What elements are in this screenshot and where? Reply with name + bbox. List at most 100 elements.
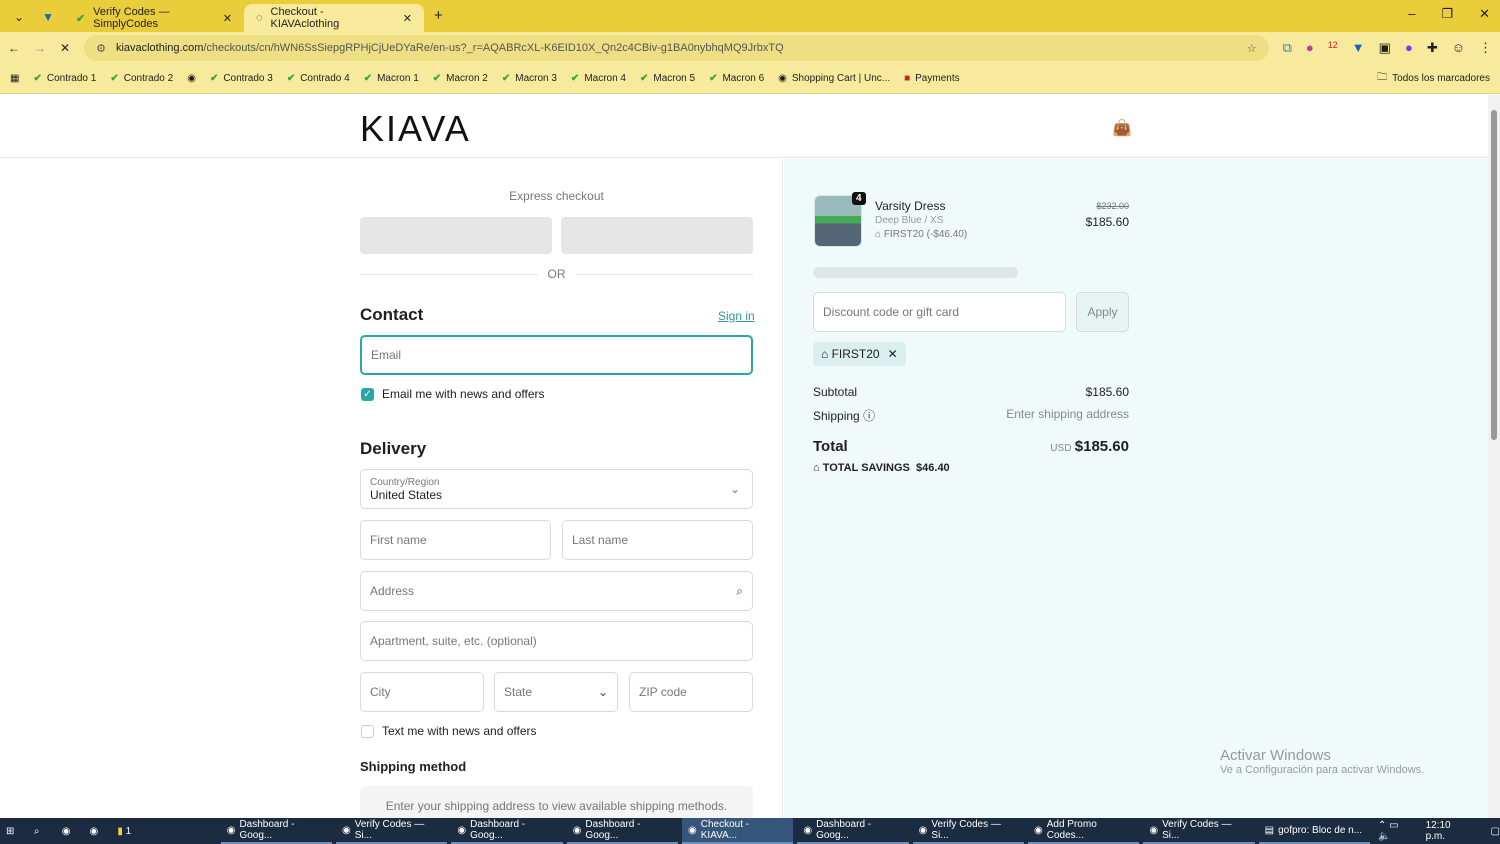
back-button[interactable]: ← (8, 41, 20, 55)
close-icon[interactable]: ✕ (403, 12, 412, 25)
bookmark[interactable]: ✔ Contrado 1 (33, 73, 96, 84)
tag-icon: ⌂ (813, 462, 823, 474)
or-divider: OR (537, 267, 576, 281)
tag-icon: ⌂ (821, 347, 832, 361)
cart-bag-icon[interactable]: 👜 (1112, 118, 1132, 138)
clock[interactable]: 12:10 p.m. (1426, 820, 1473, 842)
taskbar: ⊞ ⌕ ◉ ◉ ▮ 1 ◉ Dashboard - Goog... ◉ Verify… (0, 818, 1500, 844)
city-input[interactable]: City (360, 672, 484, 712)
total-savings: ⌂ TOTAL SAVINGS $46.40 (813, 462, 950, 474)
tray-icons[interactable]: ⌃ ▭ 🔈 (1378, 820, 1414, 842)
apply-button[interactable]: Apply (1076, 292, 1129, 332)
bookmark[interactable]: ✔ Macron 4 (571, 73, 626, 84)
sign-in-link[interactable]: Sign in (718, 309, 755, 323)
pinned-tab[interactable]: ▼ (32, 10, 64, 32)
address-input[interactable]: Address ⌕ (360, 571, 753, 611)
bookmark[interactable]: ✔ Macron 3 (502, 73, 557, 84)
translate-icon[interactable]: ⧉ (1283, 40, 1292, 56)
discount-code-input[interactable]: Discount code or gift card (813, 292, 1066, 332)
bookmark[interactable]: ✔ Contrado 4 (287, 73, 350, 84)
taskbar-item[interactable]: ▤ gofpro: Bloc de n... (1258, 818, 1370, 844)
menu-icon[interactable]: ⋮ (1479, 40, 1492, 56)
kiava-logo[interactable]: KIAVA (360, 108, 471, 150)
quantity-badge: 4 (852, 192, 866, 205)
start-button[interactable]: ⊞ (6, 826, 30, 837)
taskbar-item[interactable]: ◉ Dashboard - Goog... (566, 818, 679, 844)
original-price: $232.00 (1096, 201, 1129, 211)
extension-icon[interactable]: ● (1306, 40, 1314, 56)
minimize-button[interactable]: – (1408, 6, 1415, 22)
total-value: USD $185.60 (1050, 438, 1129, 455)
taskbar-item[interactable]: ◉ Add Promo Codes... (1028, 818, 1140, 844)
tab-verify-codes[interactable]: ✔ Verify Codes — SimplyCodes ✕ (64, 4, 244, 32)
express-checkout-label: Express checkout (509, 189, 604, 203)
simplycodes-icon[interactable]: ▼ (1352, 40, 1365, 56)
taskbar-item[interactable]: ◉ Verify Codes — Si... (1143, 818, 1255, 844)
shipping-value: Enter shipping address (1006, 407, 1129, 421)
page-scrollbar[interactable] (1488, 95, 1500, 820)
help-icon[interactable]: ⓘ (863, 409, 875, 423)
apps-icon[interactable]: ▦ (10, 73, 19, 84)
tab-label: Verify Codes — SimplyCodes (93, 6, 170, 30)
notifications-icon[interactable]: ▢ (1491, 826, 1500, 837)
bookmark[interactable]: ✔ Macron 6 (709, 73, 764, 84)
remove-code-icon[interactable]: ✕ (888, 347, 898, 361)
address-bar[interactable]: ⚙ kiavaclothing.com/checkouts/cn/hWN6SsSi… (84, 35, 1269, 61)
close-window-button[interactable]: ✕ (1479, 6, 1490, 22)
chrome-icon[interactable]: ◉ (90, 826, 114, 837)
globe-icon[interactable]: ◉ (187, 73, 196, 84)
taskbar-item[interactable]: ◉ Dashboard - Goog... (797, 818, 909, 844)
subtotal-label: Subtotal (813, 385, 858, 399)
loading-icon: ◌ (255, 12, 263, 24)
site-info-icon[interactable]: ⚙ (96, 42, 106, 55)
bookmark[interactable]: ✔ Macron 1 (364, 73, 419, 84)
extension-badge[interactable]: 12 (1328, 40, 1338, 56)
taskbar-item[interactable]: ◉ Verify Codes — Si... (912, 818, 1024, 844)
country-select[interactable]: Country/Region United States ⌄ (360, 469, 753, 509)
bookmark[interactable]: ◉ Shopping Cart | Unc... (778, 73, 890, 84)
stop-button[interactable]: ✕ (60, 41, 70, 55)
product-name: Varsity Dress (875, 199, 946, 213)
bookmark[interactable]: ✔ Macron 2 (433, 73, 488, 84)
bookmark[interactable]: ✔ Macron 5 (640, 73, 695, 84)
product-discount: ⌂ FIRST20 (-$46.40) (875, 229, 968, 240)
email-input[interactable]: Email (360, 335, 753, 375)
extension-icon[interactable]: ● (1405, 40, 1413, 56)
new-tab-button[interactable]: + (424, 7, 453, 32)
restore-button[interactable]: ❐ (1441, 6, 1453, 22)
bookmark[interactable]: ✔ Contrado 2 (110, 73, 173, 84)
puzzle-icon[interactable]: ✚ (1427, 40, 1438, 56)
zip-input[interactable]: ZIP code (629, 672, 753, 712)
bookmark[interactable]: ✔ Contrado 3 (210, 73, 273, 84)
apartment-input[interactable]: Apartment, suite, etc. (optional) (360, 621, 753, 661)
search-icon[interactable]: ⌕ (34, 826, 58, 837)
state-select[interactable]: State ⌄ (494, 672, 618, 712)
chrome-icon[interactable]: ◉ (62, 826, 86, 837)
express-pay-button[interactable] (561, 217, 753, 254)
leaf-icon: ✔ (75, 12, 86, 25)
first-name-input[interactable]: First name (360, 520, 551, 560)
forward-button[interactable]: → (34, 41, 46, 55)
all-bookmarks[interactable]: 🗀 Todos los marcadores (1377, 70, 1490, 87)
express-pay-button[interactable] (360, 217, 552, 254)
bookmark-star-icon[interactable]: ☆ (1247, 42, 1257, 55)
text-news-checkbox[interactable]: Text me with news and offers (361, 724, 537, 739)
bookmark[interactable]: ■ Payments (904, 73, 960, 84)
file-explorer[interactable]: ▮ 1 (117, 826, 216, 837)
email-news-checkbox[interactable]: ✓ Email me with news and offers (361, 387, 545, 402)
tab-search-button[interactable]: ⌄ (6, 10, 32, 32)
tab-checkout[interactable]: ◌ Checkout - KIAVAclothing ✕ (243, 4, 424, 32)
shipping-label: Shipping ⓘ (813, 409, 876, 423)
last-name-input[interactable]: Last name (562, 520, 753, 560)
applied-code-chip: ⌂ FIRST20 ✕ (813, 342, 906, 366)
taskbar-item[interactable]: ◉ Dashboard - Goog... (220, 818, 333, 844)
taskbar-item[interactable]: ◉ Dashboard - Goog... (451, 818, 563, 844)
contact-heading: Contact (360, 305, 424, 324)
taskbar-item[interactable]: ◉ Verify Codes — Si... (336, 818, 448, 844)
total-label: Total (813, 438, 848, 455)
profile-avatar[interactable]: ☺ (1452, 40, 1465, 56)
taskbar-item[interactable]: ◉ Checkout - KIAVA... (682, 818, 794, 844)
extension-icon[interactable]: ▣ (1379, 40, 1391, 56)
close-icon[interactable]: ✕ (223, 12, 232, 25)
chevron-down-icon: ⌄ (729, 482, 740, 496)
